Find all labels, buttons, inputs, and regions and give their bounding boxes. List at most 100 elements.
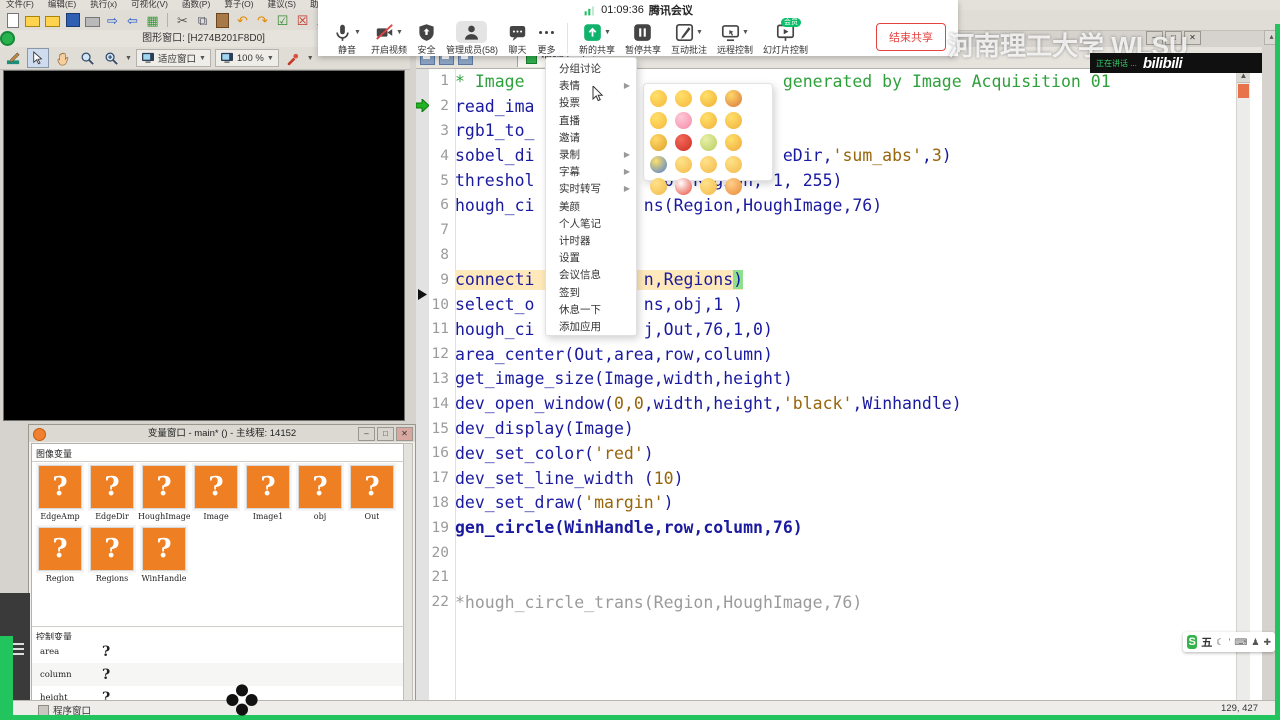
menu-item-添加应用[interactable]: 添加应用 (546, 318, 636, 335)
emoji-clap[interactable] (646, 175, 671, 197)
menu-item-直播[interactable]: 直播 (546, 112, 636, 129)
code-line-19[interactable]: 19 gen_circle(WinHandle,row,column,76) (416, 515, 1246, 540)
menu-item-个人笔记[interactable]: 个人笔记 (546, 215, 636, 232)
fit-window-dropdown[interactable]: 适应窗口 ▼ (135, 49, 211, 67)
menu-item-实时转写[interactable]: 实时转写 ▶ (546, 180, 636, 197)
keyboard-icon[interactable]: ⌨ (1234, 637, 1247, 648)
ime-mode-label[interactable]: 五 (1201, 634, 1212, 650)
sogou-icon[interactable]: S (1187, 635, 1198, 649)
menu-item-会议信息[interactable]: 会议信息 (546, 266, 636, 283)
paste-icon[interactable] (214, 12, 231, 29)
pan-hand-tool-icon[interactable] (53, 49, 73, 67)
emoji-sob[interactable] (696, 109, 721, 131)
code-line-15[interactable]: 15 dev_display(Image) (416, 416, 1246, 441)
code-line-7[interactable]: 7 (416, 218, 1246, 243)
emoji-fireworks[interactable] (671, 175, 696, 197)
emoji-birthday-cake[interactable] (671, 109, 696, 131)
pen-tool-icon[interactable] (3, 49, 23, 67)
close-button[interactable]: ✕ (396, 427, 413, 441)
emoji-wink[interactable] (646, 109, 671, 131)
meeting-btn-remote-control[interactable]: ▼ 远程控制 (712, 21, 758, 56)
new-icon[interactable] (4, 12, 21, 29)
emoji-handshake[interactable] (696, 175, 721, 197)
code-line-3[interactable]: 3 rgb1_to_ (416, 119, 1246, 144)
meeting-btn-camera-off[interactable]: ▼ 开启视频 (366, 21, 412, 56)
code-line-20[interactable]: 20 (416, 540, 1246, 565)
control-variable-area[interactable]: area? (32, 640, 404, 663)
cursor-tool-icon[interactable] (27, 48, 49, 68)
menu-文件(F)[interactable]: 文件(F) (6, 0, 34, 10)
iconic-variable-Image[interactable]: ? Image (190, 465, 242, 525)
emoji-firecracker[interactable] (671, 131, 696, 153)
code-line-22[interactable]: 22 *hough_circle_trans(Region,HoughImage,… (416, 590, 1246, 615)
editor-scrollbar[interactable]: ▲ (1236, 69, 1250, 700)
copy-icon[interactable]: ⧉ (194, 12, 211, 29)
menu-建议(S)[interactable]: 建议(S) (268, 0, 296, 10)
code-line-2[interactable]: 2 read_ima (416, 94, 1246, 119)
code-line-8[interactable]: 8 (416, 243, 1246, 268)
minimize-button[interactable]: – (358, 427, 375, 441)
meeting-btn-mic[interactable]: ▼ 静音 (328, 21, 366, 56)
emoji-tea[interactable] (696, 131, 721, 153)
menu-item-字幕[interactable]: 字幕 ▶ (546, 163, 636, 180)
menu-item-签到[interactable]: 签到 (546, 283, 636, 300)
redo-icon[interactable]: ↷ (254, 12, 271, 29)
ime-toolbar[interactable]: S 五 ☾ ’ ⌨ ♟ ✚ (1183, 632, 1275, 652)
code-line-14[interactable]: 14 dev_open_window(0,0,width,height,'blac… (416, 391, 1246, 416)
menu-item-录制[interactable]: 录制 ▶ (546, 146, 636, 163)
open-all-icon[interactable] (44, 12, 61, 29)
meeting-btn-share-new[interactable]: ▼ 新的共享 (574, 21, 620, 56)
emoji-blush[interactable] (671, 87, 696, 109)
emoji-greedy[interactable] (721, 87, 746, 109)
iconic-variable-Regions[interactable]: ? Regions (86, 527, 138, 587)
iconic-variable-obj[interactable]: ? obj (294, 465, 346, 525)
iconic-variable-WinHandle[interactable]: ? WinHandle (138, 527, 190, 587)
meeting-btn-slides-control[interactable]: 会员 幻灯片控制 (758, 18, 813, 56)
iconic-variable-HoughImage[interactable]: ? HoughImage (138, 465, 190, 525)
zoom-caret-icon[interactable]: ▼ (125, 55, 132, 62)
check-icon[interactable]: ☑ (274, 12, 291, 29)
code-line-6[interactable]: 6 hough_ci ns(Region,HoughImage,76) (416, 193, 1246, 218)
moon-icon[interactable]: ☾ (1216, 637, 1224, 648)
emoji-ok-hand[interactable] (721, 153, 746, 175)
emoji-joy[interactable] (696, 87, 721, 109)
iconic-variable-Region[interactable]: ? Region (34, 527, 86, 587)
graphics-canvas[interactable] (3, 70, 405, 421)
print-icon[interactable] (84, 12, 101, 29)
export-icon[interactable]: ⇨ (104, 12, 121, 29)
menu-算子(O)[interactable]: 算子(O) (224, 0, 253, 10)
comma-icon[interactable]: ’ (1228, 637, 1230, 648)
tools-icon[interactable]: ✚ (1263, 637, 1271, 648)
meeting-btn-shield[interactable]: 安全 (412, 21, 441, 56)
code-line-13[interactable]: 13 get_image_size(Image,width,height) (416, 367, 1246, 392)
code-line-9[interactable]: 9 connecti n,Regions) (416, 267, 1246, 292)
variable-window-scrollbar[interactable] (403, 443, 413, 709)
emoji-respect[interactable] (646, 153, 671, 175)
acquire-icon[interactable]: ▦ (144, 12, 161, 29)
emoji-wave[interactable] (671, 153, 696, 175)
code-line-18[interactable]: 18 dev_set_draw('margin') (416, 491, 1246, 516)
code-line-5[interactable]: 5threshol mp, Region, 1, 255) (416, 168, 1246, 193)
emoji-grin[interactable] (646, 87, 671, 109)
code-line-11[interactable]: 11 hough_ci j,Out,76,1,0) (416, 317, 1246, 342)
meeting-btn-annotate[interactable]: ▼ 互动批注 (666, 21, 712, 56)
end-share-button[interactable]: 结束共享 (876, 23, 946, 51)
iconic-variable-Image1[interactable]: ? Image1 (242, 465, 294, 525)
code-line-16[interactable]: 16 dev_set_color('red') (416, 441, 1246, 466)
magnifier-tool-icon[interactable] (77, 49, 97, 67)
menu-item-设置[interactable]: 设置 (546, 249, 636, 266)
menu-item-美颜[interactable]: 美颜 (546, 198, 636, 215)
iconic-variable-EdgeDir[interactable]: ? EdgeDir (86, 465, 138, 525)
menu-执行(x)[interactable]: 执行(x) (90, 0, 117, 10)
draw-tools-icon[interactable] (283, 49, 303, 67)
user-icon[interactable]: ♟ (1251, 637, 1259, 648)
open-icon[interactable] (24, 12, 41, 29)
meeting-btn-more[interactable]: 更多 (532, 21, 561, 56)
emoji-shy[interactable] (721, 131, 746, 153)
emoji-beckon[interactable] (721, 175, 746, 197)
menu-item-邀请[interactable]: 邀请 (546, 129, 636, 146)
clear-icon[interactable]: ☒ (294, 12, 311, 29)
menu-item-表情[interactable]: 表情 ▶ (546, 77, 636, 94)
meeting-btn-members[interactable]: 管理成员(58) (441, 21, 503, 56)
menu-item-休息一下[interactable]: 休息一下 (546, 301, 636, 318)
